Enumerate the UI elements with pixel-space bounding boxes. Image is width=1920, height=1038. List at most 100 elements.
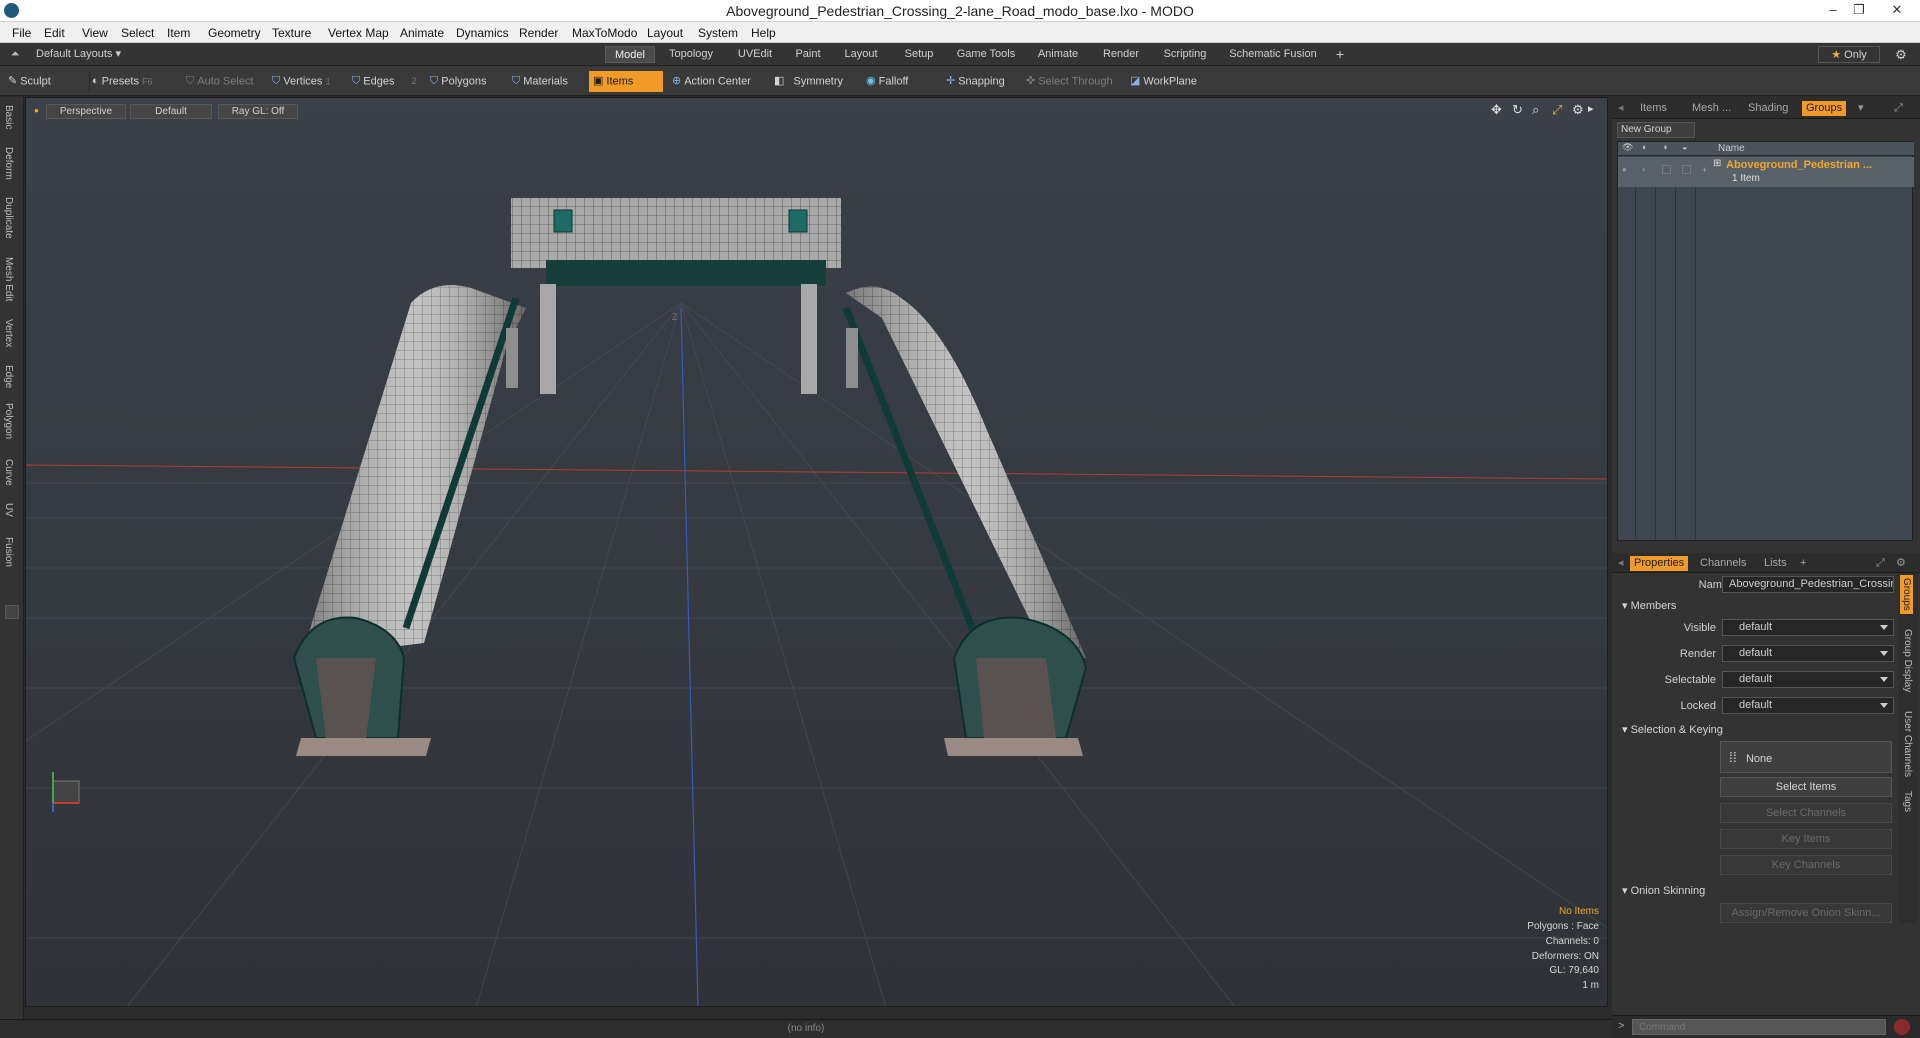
stop-icon[interactable] (1894, 1019, 1910, 1035)
left-tab-polygon[interactable]: Polygon (3, 403, 14, 439)
items-button[interactable]: ▣ Items (589, 71, 663, 92)
members-section[interactable]: ▾ Members (1622, 599, 1676, 612)
close-button[interactable]: ✕ (1886, 2, 1908, 18)
menu-geometry[interactable]: Geometry (208, 26, 261, 40)
tab-channels[interactable]: Channels (1700, 556, 1746, 571)
select-items-button[interactable]: Select Items (1720, 777, 1892, 797)
side-tab-groups[interactable]: Groups (1900, 575, 1913, 614)
tab-items[interactable]: Items (1640, 101, 1667, 116)
menu-layout[interactable]: Layout (647, 26, 683, 40)
properties-gear-icon[interactable]: ⚙ (1896, 556, 1906, 571)
left-tab-curve[interactable]: Curve (3, 459, 14, 486)
select-through-button[interactable]: ✜ Select Through (1026, 71, 1126, 92)
falloff-button[interactable]: ◉ Falloff (866, 71, 946, 92)
render-select[interactable]: default (1722, 645, 1894, 662)
menu-animate[interactable]: Animate (400, 26, 444, 40)
menu-dynamics[interactable]: Dynamics (456, 26, 509, 40)
menu-vertex-map[interactable]: Vertex Map (328, 26, 389, 40)
tab-render[interactable]: Render (1094, 46, 1148, 63)
onion-skin-button[interactable]: Assign/Remove Onion Skinn... (1720, 903, 1892, 923)
properties-menu-icon[interactable]: ◂ (1618, 556, 1624, 571)
strip-toggle-button[interactable] (5, 605, 19, 619)
minimize-button[interactable]: – (1822, 2, 1844, 18)
group-row[interactable]: ● ◐ + ⊞ Aboveground_Pedestrian ... 1 Ite… (1618, 157, 1914, 187)
row-eye-icon[interactable]: ● (1622, 165, 1627, 174)
edges-button[interactable]: ⛉ Edges 2 (352, 71, 428, 92)
menu-system[interactable]: System (698, 26, 738, 40)
tab-uvedit[interactable]: UVEdit (727, 46, 783, 63)
tab-groups[interactable]: Groups (1802, 101, 1847, 116)
menu-select[interactable]: Select (121, 26, 154, 40)
symmetry-button[interactable]: ◧ Symmetry (774, 71, 864, 92)
selectable-select[interactable]: default (1722, 671, 1894, 688)
panel-menu-icon[interactable]: ◂ (1618, 101, 1624, 116)
tab-game-tools[interactable]: Game Tools (950, 46, 1022, 63)
menu-edit[interactable]: Edit (44, 26, 65, 40)
left-tab-edge[interactable]: Edge (3, 365, 14, 388)
key-items-button[interactable]: Key Items (1720, 829, 1892, 849)
left-tab-duplicate[interactable]: Duplicate (3, 197, 14, 239)
only-toggle[interactable]: ★ Only (1818, 46, 1880, 63)
left-tab-vertex[interactable]: Vertex (3, 319, 14, 347)
left-tab-basic[interactable]: Basic (3, 105, 14, 129)
left-tab-mesh-edit[interactable]: Mesh Edit (3, 257, 14, 301)
tab-properties[interactable]: Properties (1630, 556, 1689, 571)
menu-maxtomodo[interactable]: MaxToModo (572, 26, 637, 40)
row-select-checkbox[interactable] (1682, 165, 1691, 174)
side-tab-user-channels[interactable]: User Channels (1902, 711, 1913, 777)
select-channels-button[interactable]: Select Channels (1720, 803, 1892, 823)
panel-expand-icon[interactable]: ⤢ (1894, 101, 1903, 116)
eye-icon[interactable]: 👁 (1622, 142, 1633, 153)
menu-view[interactable]: View (82, 26, 108, 40)
onion-skinning-section[interactable]: ▾ Onion Skinning (1622, 884, 1705, 897)
command-input[interactable] (1632, 1019, 1886, 1035)
tab-schematic-fusion[interactable]: Schematic Fusion (1222, 46, 1324, 63)
menu-texture[interactable]: Texture (272, 26, 311, 40)
visible-select[interactable]: default (1722, 619, 1894, 636)
left-tab-uv[interactable]: UV (3, 503, 14, 517)
action-center-button[interactable]: ⊕ Action Center (672, 71, 772, 92)
tab-model[interactable]: Model (605, 46, 655, 63)
snapping-button[interactable]: ✛ Snapping (946, 71, 1028, 92)
add-properties-tab[interactable]: + (1800, 556, 1806, 571)
properties-expand-icon[interactable]: ⤢ (1876, 556, 1885, 571)
materials-button[interactable]: ⛉ Materials (512, 71, 588, 92)
tab-mesh[interactable]: Mesh ... (1692, 101, 1731, 116)
menu-file[interactable]: File (12, 26, 31, 40)
new-group-button[interactable]: New Group (1617, 122, 1695, 138)
tab-setup[interactable]: Setup (894, 46, 944, 63)
key-channels-button[interactable]: Key Channels (1720, 855, 1892, 875)
3d-viewport[interactable]: Perspective Default Ray GL: Off ● ✥ ↻ ⌕ … (25, 97, 1608, 1007)
left-tab-deform[interactable]: Deform (3, 147, 14, 180)
row-lock-checkbox[interactable] (1662, 165, 1671, 174)
side-tab-tags[interactable]: Tags (1902, 791, 1913, 812)
menu-item[interactable]: Item (167, 26, 190, 40)
select-icon[interactable]: ◒ (1682, 142, 1687, 152)
expand-plus-icon[interactable]: + (1702, 165, 1707, 175)
vertices-button[interactable]: ⛉ Vertices 1 (272, 71, 350, 92)
sculpt-button[interactable]: ✎ Sculpt (8, 71, 90, 92)
tab-layout[interactable]: Layout (834, 46, 888, 63)
tab-scripting[interactable]: Scripting (1154, 46, 1216, 63)
tab-paint[interactable]: Paint (788, 46, 828, 63)
auto-select-button[interactable]: ⛉ Auto Select (186, 71, 266, 92)
gear-icon[interactable]: ⚙ (1892, 46, 1910, 63)
selection-keying-section[interactable]: ▾ Selection & Keying (1622, 723, 1723, 736)
layout-collapse-icon[interactable]: ⏶ (6, 46, 24, 63)
workplane-button[interactable]: ◪ WorkPlane (1130, 71, 1212, 92)
menu-render[interactable]: Render (519, 26, 558, 40)
side-tab-group-display[interactable]: Group Display (1902, 629, 1913, 692)
polygons-button[interactable]: ⛉ Polygons (430, 71, 502, 92)
render-icon[interactable]: ◐ (1642, 142, 1647, 152)
lock-icon[interactable]: ◑ (1662, 142, 1667, 152)
tab-topology[interactable]: Topology (660, 46, 722, 63)
name-field[interactable]: Aboveground_Pedestrian_Crossir (1722, 576, 1894, 593)
none-button[interactable]: ⁞⁞ None (1720, 741, 1892, 773)
row-render-icon[interactable]: ◐ (1642, 165, 1647, 174)
tab-animate[interactable]: Animate (1028, 46, 1088, 63)
maximize-button[interactable]: ❐ (1848, 2, 1870, 18)
chevron-down-icon[interactable]: ▾ (1858, 101, 1864, 116)
add-tab-button[interactable]: + (1332, 46, 1348, 63)
menu-help[interactable]: Help (751, 26, 776, 40)
left-tab-fusion[interactable]: Fusion (3, 537, 14, 567)
